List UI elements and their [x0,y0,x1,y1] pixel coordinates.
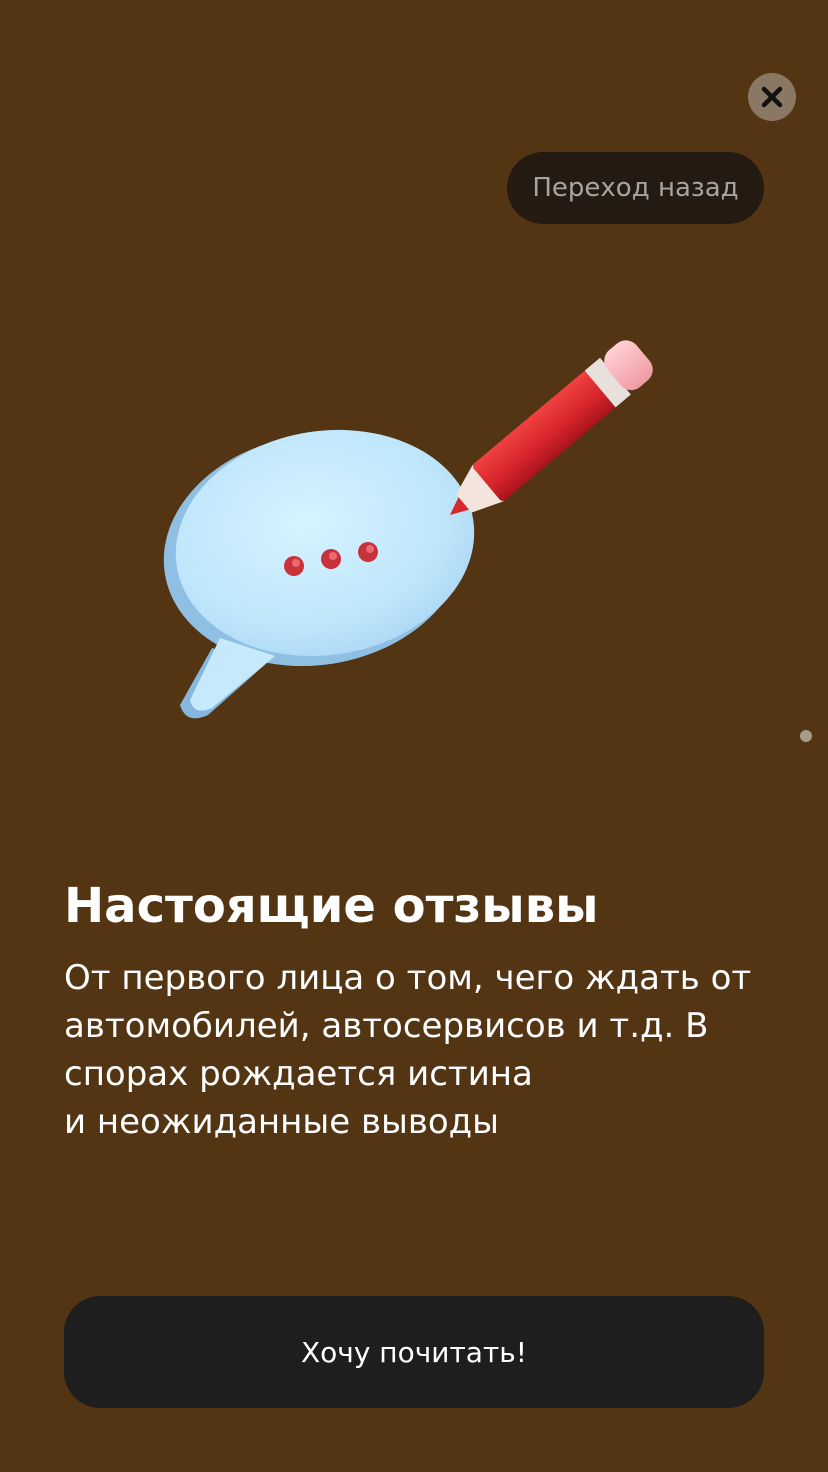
reviews-illustration [163,340,653,719]
description-line: От первого лица о том, чего ждать от [64,958,752,998]
page-title: Настоящие отзывы [64,878,599,934]
onboarding-screen: Переход назад Настоящие отзывы От первог… [0,0,828,1472]
description-line: и неожиданные выводы [64,1102,500,1142]
description-line: автомобилей, автосервисов и т.д. В [64,1006,709,1046]
page-indicator-dot [800,730,812,742]
pencil-icon [450,340,653,515]
description-line: спорах рождается истина [64,1054,533,1094]
close-icon [761,86,783,108]
speech-bubble-icon [163,429,475,719]
want-to-read-button[interactable]: Хочу почитать! [64,1296,764,1408]
back-button[interactable]: Переход назад [507,152,764,224]
description: От первого лица о том, чего ждать от авт… [64,954,774,1146]
close-button[interactable] [748,73,796,121]
